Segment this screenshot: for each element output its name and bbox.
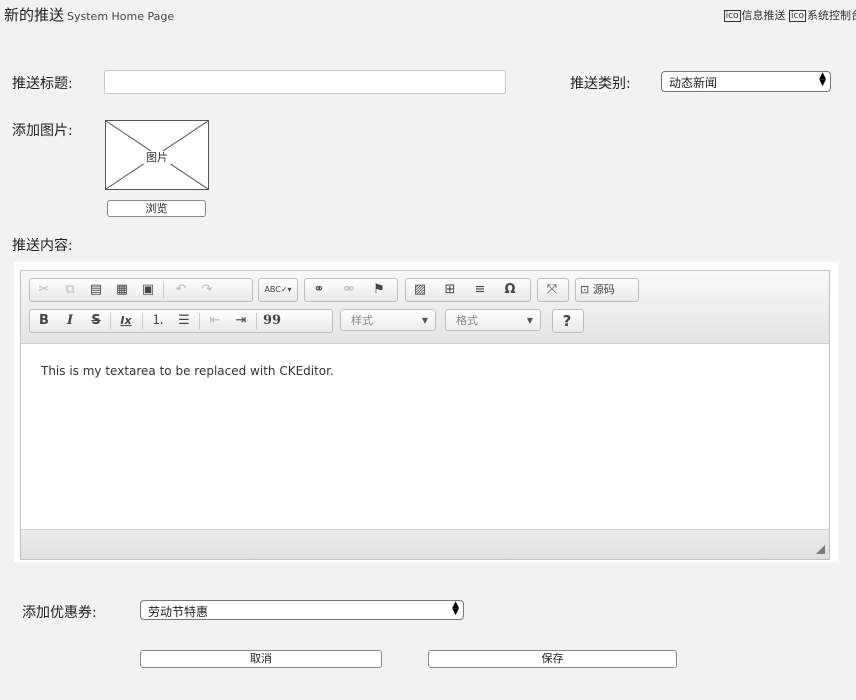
paste-word-icon[interactable]: ▣ <box>137 281 159 299</box>
select-arrows-icon: ▲ ▼ <box>452 600 459 617</box>
toolbar-separator <box>163 282 164 298</box>
toolbar-separator <box>256 313 257 329</box>
paste-icon[interactable]: ▤ <box>85 281 107 299</box>
numbered-list-icon[interactable]: ⒈ <box>147 312 169 330</box>
toolbar-group-insert: ▨ ⊞ ≡ Ω <box>405 278 531 302</box>
spellcheck-icon[interactable]: ABC✓▾ <box>261 281 295 299</box>
coupon-select[interactable]: 劳动节特惠 ▲ ▼ <box>140 600 464 620</box>
page-title-text: 新的推送 <box>4 6 65 24</box>
image-icon[interactable]: ▨ <box>409 281 431 299</box>
styles-combo[interactable]: 样式 ▼ <box>340 309 436 331</box>
special-char-icon[interactable]: Ω <box>499 281 521 299</box>
image-placeholder: 图片 <box>105 120 209 190</box>
toolbar-group-maximize: ⤧ <box>537 278 569 302</box>
editor-container: ✂ ⧉ ▤ ▦ ▣ ↶ ↷ ABC✓▾ ⚭ ⚮ ⚑ ▨ ⊞ ≡ Ω ⤧ ⊡ 源码… <box>14 262 838 562</box>
ico-icon: ico <box>789 10 806 22</box>
horizontal-line-icon[interactable]: ≡ <box>469 281 491 299</box>
rich-text-editor: ✂ ⧉ ▤ ▦ ▣ ↶ ↷ ABC✓▾ ⚭ ⚮ ⚑ ▨ ⊞ ≡ Ω ⤧ ⊡ 源码… <box>20 270 830 560</box>
anchor-flag-icon[interactable]: ⚑ <box>368 281 390 299</box>
maximize-icon[interactable]: ⤧ <box>541 281 563 299</box>
help-icon[interactable]: ? <box>556 312 578 330</box>
redo-icon[interactable]: ↷ <box>196 281 218 299</box>
push-title-input[interactable] <box>104 70 506 94</box>
toolbar-separator <box>199 313 200 329</box>
toolbar-group-source: ⊡ 源码 <box>575 278 639 302</box>
undo-icon[interactable]: ↶ <box>170 281 192 299</box>
table-icon[interactable]: ⊞ <box>439 281 461 299</box>
remove-format-icon[interactable]: Ix <box>115 312 137 330</box>
editor-content-text: This is my textarea to be replaced with … <box>41 364 334 378</box>
editor-status-bar <box>21 529 829 559</box>
toolbar-group-help: ? <box>552 309 584 333</box>
browse-button[interactable]: 浏览 <box>107 200 206 217</box>
toolbar-group-links: ⚭ ⚮ ⚑ <box>304 278 398 302</box>
top-nav: ico信息推送 ico系统控制台 <box>723 7 856 23</box>
bold-icon[interactable]: B <box>33 312 55 330</box>
paste-text-icon[interactable]: ▦ <box>111 281 133 299</box>
dropdown-arrow-icon: ▼ <box>421 316 428 325</box>
save-button[interactable]: 保存 <box>428 650 677 668</box>
source-button[interactable]: ⊡ 源码 <box>580 281 636 299</box>
bulleted-list-icon[interactable]: ☰ <box>173 312 195 330</box>
ico-icon: ico <box>723 10 741 22</box>
coupon-value: 劳动节特惠 <box>148 605 209 619</box>
cancel-button[interactable]: 取消 <box>140 650 382 668</box>
blockquote-icon[interactable]: 99 <box>261 312 283 330</box>
image-placeholder-text: 图片 <box>143 151 171 164</box>
unlink-icon[interactable]: ⚮ <box>338 281 360 299</box>
page-title: 新的推送 System Home Page <box>4 4 174 25</box>
toolbar-group-basicstyles: B I S Ix ⒈ ☰ ⇤ ⇥ 99 <box>29 309 333 333</box>
push-category-select[interactable]: 动态新闻 ▲ ▼ <box>661 71 831 92</box>
toolbar-separator <box>110 313 111 329</box>
push-title-label: 推送标题: <box>12 76 73 92</box>
add-coupon-label: 添加优惠券: <box>22 605 97 621</box>
outdent-icon[interactable]: ⇤ <box>204 312 226 330</box>
push-content-label: 推送内容: <box>12 238 73 254</box>
toolbar-separator <box>142 313 143 329</box>
source-icon: ⊡ <box>580 283 590 296</box>
strikethrough-icon[interactable]: S <box>85 312 107 330</box>
toolbar-group-spell: ABC✓▾ <box>258 278 298 302</box>
format-combo[interactable]: 格式 ▼ <box>445 309 541 331</box>
indent-icon[interactable]: ⇥ <box>230 312 252 330</box>
push-category-value: 动态新闻 <box>669 76 718 90</box>
italic-icon[interactable]: I <box>59 312 81 330</box>
copy-icon[interactable]: ⧉ <box>59 281 81 299</box>
resize-handle-icon[interactable] <box>816 545 825 554</box>
editor-toolbar: ✂ ⧉ ▤ ▦ ▣ ↶ ↷ ABC✓▾ ⚭ ⚮ ⚑ ▨ ⊞ ≡ Ω ⤧ ⊡ 源码… <box>21 271 829 344</box>
cut-icon[interactable]: ✂ <box>33 281 55 299</box>
page-subtitle: System Home Page <box>67 10 175 23</box>
toolbar-group-clipboard: ✂ ⧉ ▤ ▦ ▣ ↶ ↷ <box>29 278 253 302</box>
top-link-push[interactable]: ico 信息推送 <box>723 9 786 22</box>
editor-content-area[interactable]: This is my textarea to be replaced with … <box>21 344 829 529</box>
dropdown-arrow-icon: ▼ <box>526 316 533 325</box>
push-category-label: 推送类别: <box>570 76 631 92</box>
link-icon[interactable]: ⚭ <box>308 281 330 299</box>
select-arrows-icon: ▲ ▼ <box>819 71 826 88</box>
top-link-console[interactable]: ico系统控制台 <box>789 9 856 22</box>
add-image-label: 添加图片: <box>12 123 73 139</box>
